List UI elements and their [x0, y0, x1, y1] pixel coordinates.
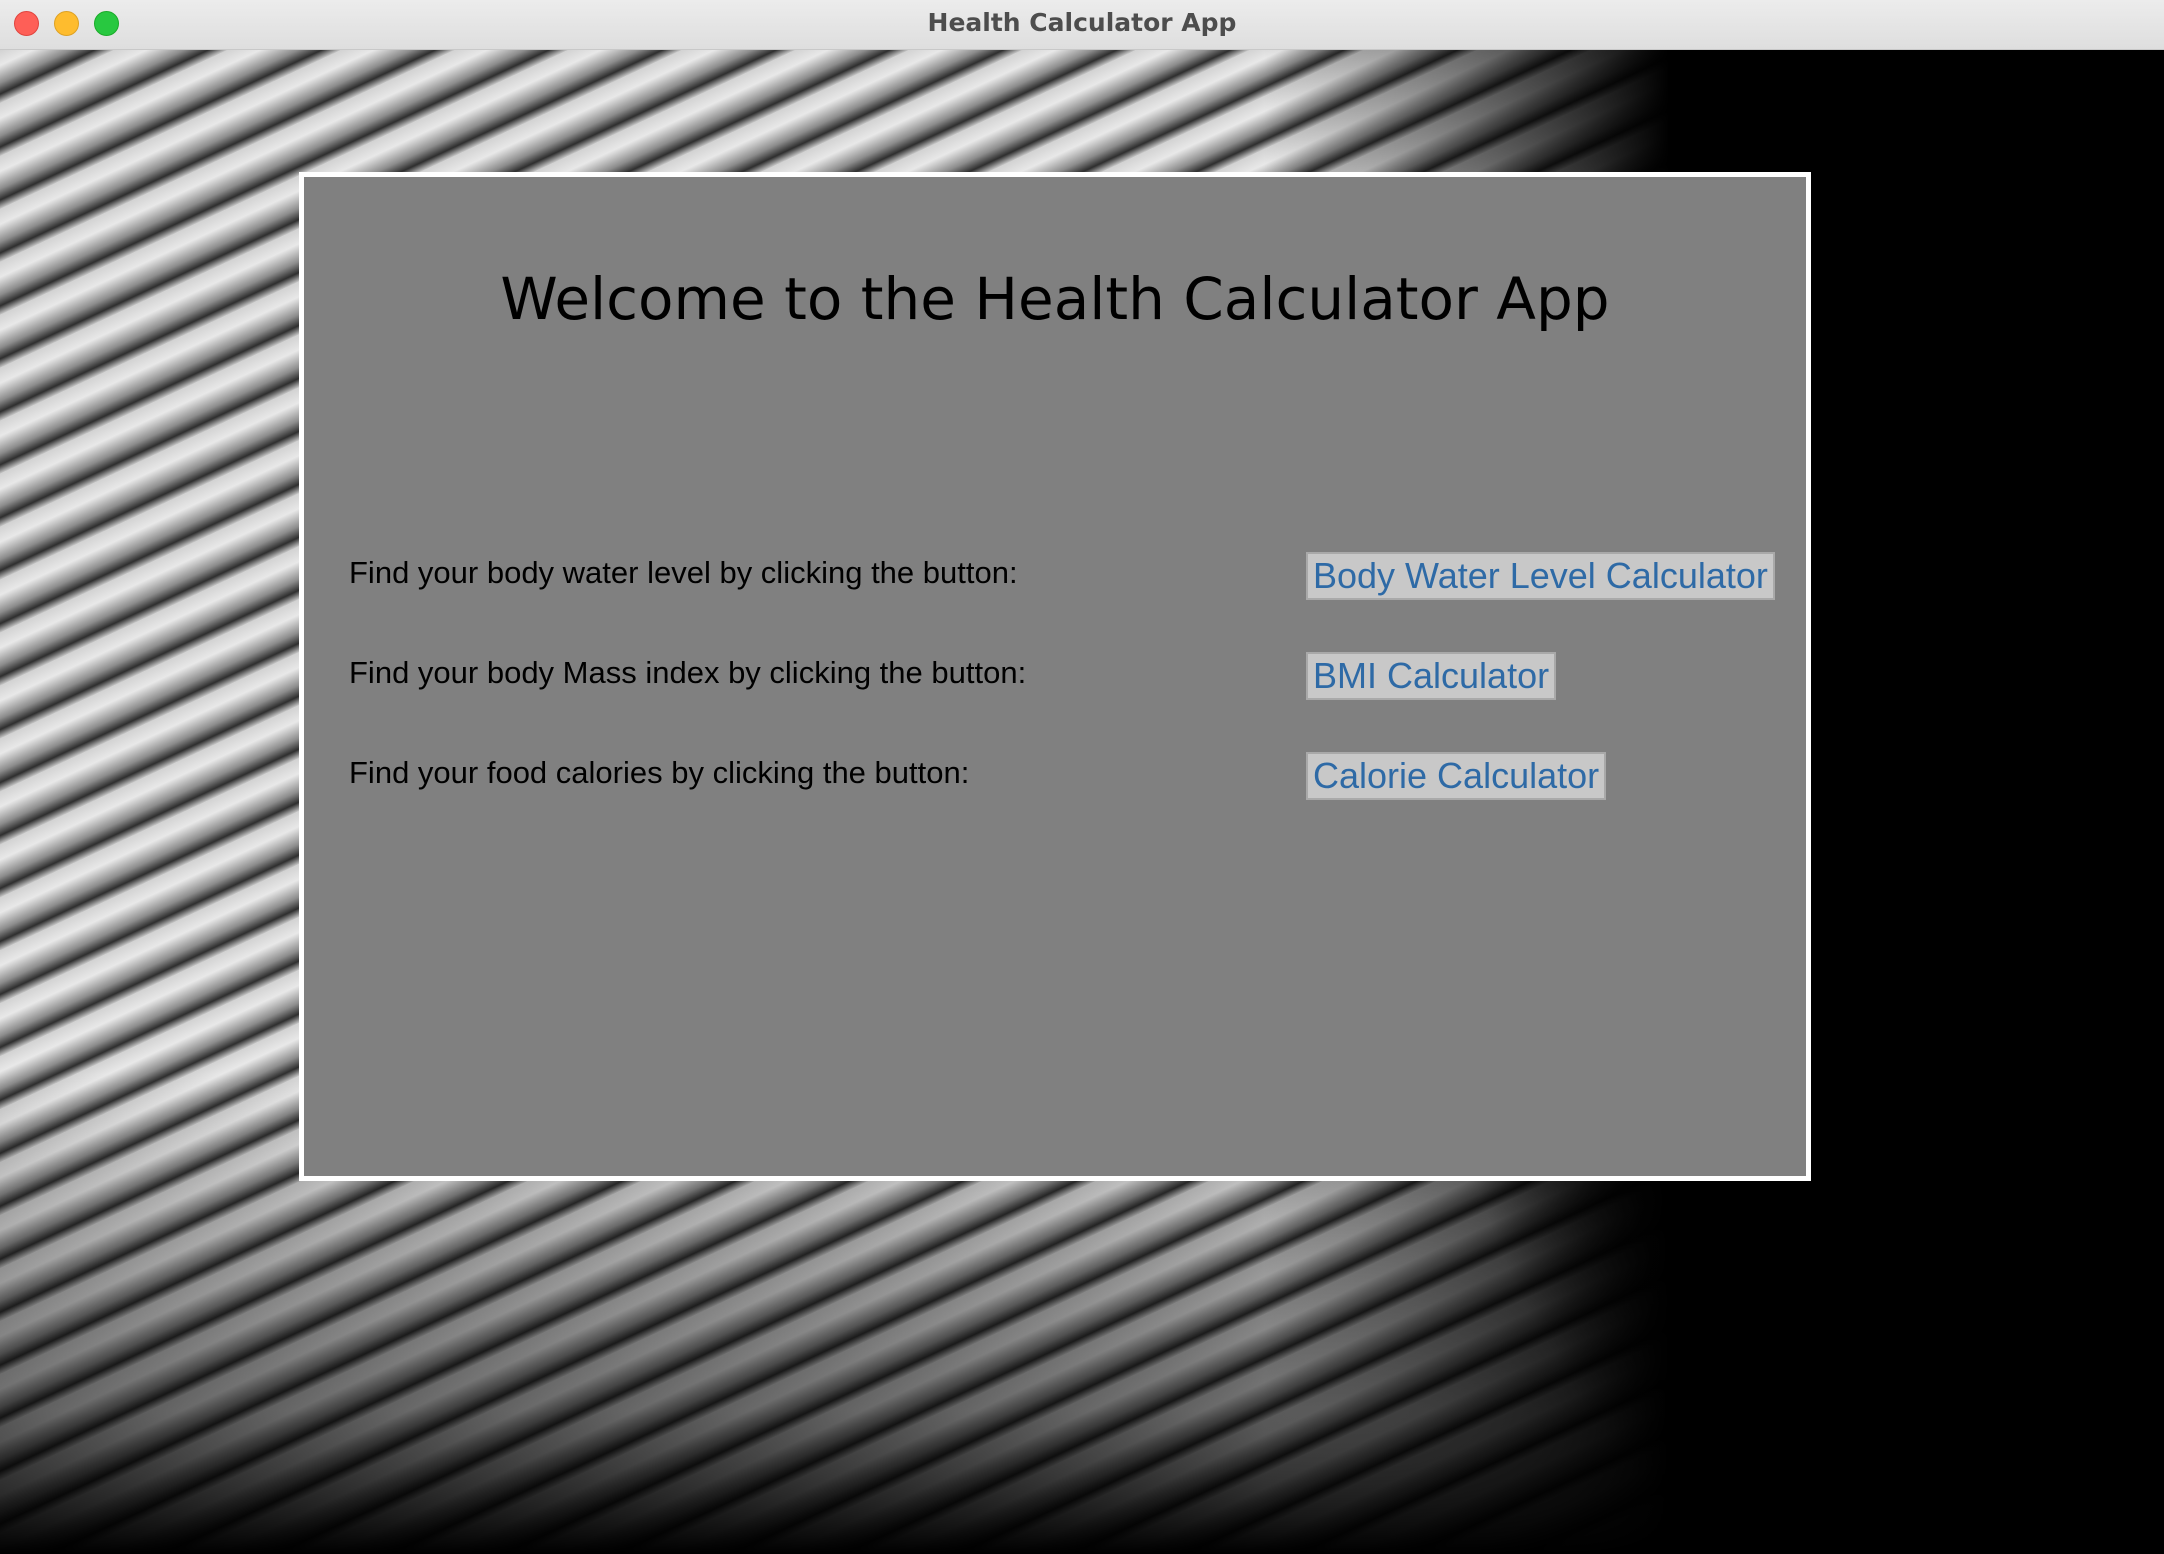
bmi-calculator-button[interactable]: BMI Calculator	[1306, 652, 1557, 700]
app-window: Health Calculator App Welcome to the Hea…	[0, 0, 2164, 1554]
calorie-label: Find your food calories by clicking the …	[349, 755, 970, 790]
bmi-label: Find your body Mass index by clicking th…	[349, 655, 1027, 690]
calorie-calculator-button[interactable]: Calorie Calculator	[1306, 752, 1607, 800]
main-panel: Welcome to the Health Calculator App Fin…	[299, 172, 1811, 1181]
title-bar[interactable]: Health Calculator App	[0, 0, 2164, 50]
body-water-level-calculator-button[interactable]: Body Water Level Calculator	[1306, 552, 1775, 600]
page-title: Welcome to the Health Calculator App	[500, 265, 1610, 333]
window-title: Health Calculator App	[927, 8, 1237, 37]
water-level-label: Find your body water level by clicking t…	[349, 555, 1018, 590]
